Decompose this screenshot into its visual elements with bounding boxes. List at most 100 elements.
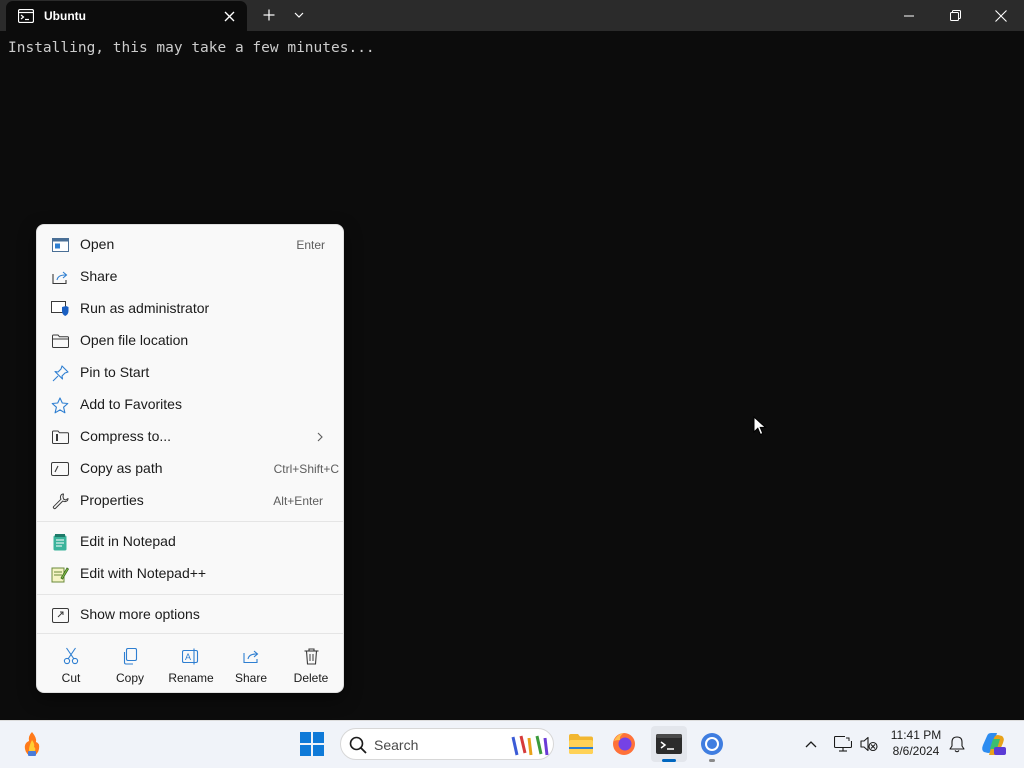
more-options-icon <box>51 606 69 624</box>
mouse-cursor-icon <box>753 416 767 436</box>
share-label: Share <box>234 671 268 685</box>
folder-icon <box>51 332 69 350</box>
menu-item-share[interactable]: Share <box>43 262 339 292</box>
menu-item-label: Compress to... <box>80 428 172 444</box>
firefox-icon <box>613 733 635 755</box>
open-app-icon <box>51 236 69 254</box>
notification-bell-icon <box>949 735 965 752</box>
close-icon <box>995 9 1007 22</box>
network-icon <box>834 736 852 752</box>
notifications-button[interactable] <box>944 726 970 762</box>
tab-title: Ubuntu <box>44 9 86 23</box>
share-icon <box>51 268 69 286</box>
search-icon <box>349 736 367 754</box>
chevron-down-icon <box>294 12 304 18</box>
menu-item-label: Copy as path <box>80 460 163 476</box>
menu-item-add-to-favorites[interactable]: Add to Favorites <box>43 390 339 420</box>
rename-button[interactable]: A Rename <box>161 645 221 691</box>
widgets-button[interactable] <box>14 726 50 762</box>
clock-date: 8/6/2024 <box>892 744 940 758</box>
notepad-plus-icon <box>51 565 69 583</box>
terminal-output: Installing, this may take a few minutes.… <box>8 40 375 56</box>
menu-item-label: Add to Favorites <box>80 396 182 412</box>
menu-item-properties[interactable]: Properties Alt+Enter <box>43 486 339 516</box>
copilot-button[interactable] <box>975 726 1011 762</box>
running-indicator <box>709 759 715 762</box>
menu-item-label: Open <box>80 236 115 252</box>
menu-item-edit-in-notepad[interactable]: Edit in Notepad <box>43 527 339 557</box>
copilot-icon <box>982 733 1006 755</box>
copy-button[interactable]: Copy <box>100 645 160 691</box>
menu-item-open-file-location[interactable]: Open file location <box>43 326 339 356</box>
copy-icon <box>100 645 160 667</box>
minimize-icon <box>904 15 914 16</box>
file-explorer-icon <box>569 734 593 754</box>
menu-item-label: Run as administrator <box>80 300 210 316</box>
menu-item-copy-as-path[interactable]: Copy as path Ctrl+Shift+C <box>43 454 339 484</box>
svg-text:A: A <box>185 652 191 662</box>
menu-item-pin-to-start[interactable]: Pin to Start <box>43 358 339 388</box>
wrench-icon <box>51 492 69 510</box>
chrome-icon <box>701 733 723 755</box>
menu-separator <box>37 521 343 522</box>
chevron-right-icon <box>317 432 323 442</box>
shortcut-text: Enter <box>296 238 325 252</box>
menu-item-run-as-administrator[interactable]: Run as administrator <box>43 294 339 324</box>
restore-button[interactable] <box>932 0 978 31</box>
search-highlight-icon <box>511 735 549 756</box>
shortcut-text: Alt+Enter <box>273 494 323 508</box>
widgets-icon <box>24 732 40 756</box>
minimize-button[interactable] <box>886 0 932 31</box>
tab-dropdown-button[interactable] <box>287 4 311 26</box>
terminal-icon <box>18 9 34 23</box>
search-placeholder: Search <box>374 737 419 753</box>
menu-item-show-more-options[interactable]: Show more options <box>43 600 339 630</box>
menu-item-edit-with-notepad-plus-plus[interactable]: Edit with Notepad++ <box>43 559 339 589</box>
menu-separator <box>37 633 343 634</box>
menu-item-label: Edit in Notepad <box>80 533 176 549</box>
notepad-icon <box>51 533 69 551</box>
menu-item-label: Show more options <box>80 606 200 622</box>
menu-item-label: Edit with Notepad++ <box>80 565 207 581</box>
show-hidden-icons-button[interactable] <box>798 726 824 762</box>
menu-item-label: Pin to Start <box>80 364 150 380</box>
search-box[interactable]: Search <box>340 728 554 760</box>
terminal-taskbar-button[interactable] <box>651 726 687 762</box>
new-tab-button[interactable] <box>257 4 281 26</box>
star-icon <box>51 396 69 414</box>
menu-item-open[interactable]: Open Enter <box>43 230 339 260</box>
cut-button[interactable]: Cut <box>41 645 101 691</box>
close-window-button[interactable] <box>978 0 1024 31</box>
share-button[interactable]: Share <box>221 645 281 691</box>
chrome-button[interactable] <box>694 726 730 762</box>
shortcut-text: Ctrl+Shift+C <box>273 462 339 476</box>
tab-ubuntu[interactable]: Ubuntu <box>6 1 247 31</box>
volume-muted-icon <box>860 736 878 752</box>
menu-item-label: Share <box>80 268 118 284</box>
plus-icon <box>263 9 275 21</box>
rename-icon: A <box>161 645 221 667</box>
menu-item-compress-to[interactable]: Compress to... <box>43 422 339 452</box>
copy-path-icon <box>51 460 69 478</box>
pin-icon <box>51 364 69 382</box>
tab-close-button[interactable] <box>221 8 237 24</box>
menu-item-label: Properties <box>80 492 144 508</box>
chevron-up-icon <box>805 741 817 748</box>
start-icon <box>300 732 324 756</box>
file-explorer-button[interactable] <box>563 726 599 762</box>
terminal-icon <box>656 734 682 754</box>
restore-icon <box>949 10 961 21</box>
start-button[interactable] <box>294 726 330 762</box>
firefox-button[interactable] <box>606 726 642 762</box>
title-bar: Ubuntu <box>0 0 1024 31</box>
clock-time: 11:41 PM <box>890 728 942 742</box>
clock[interactable]: 11:41 PM 8/6/2024 <box>884 727 948 759</box>
rename-label: Rename <box>168 671 214 685</box>
volume-button[interactable] <box>856 726 882 762</box>
menu-separator <box>37 594 343 595</box>
trash-icon <box>281 645 341 667</box>
network-button[interactable] <box>830 726 856 762</box>
menu-item-label: Open file location <box>80 332 189 348</box>
cut-label: Cut <box>61 671 81 685</box>
delete-button[interactable]: Delete <box>281 645 341 691</box>
